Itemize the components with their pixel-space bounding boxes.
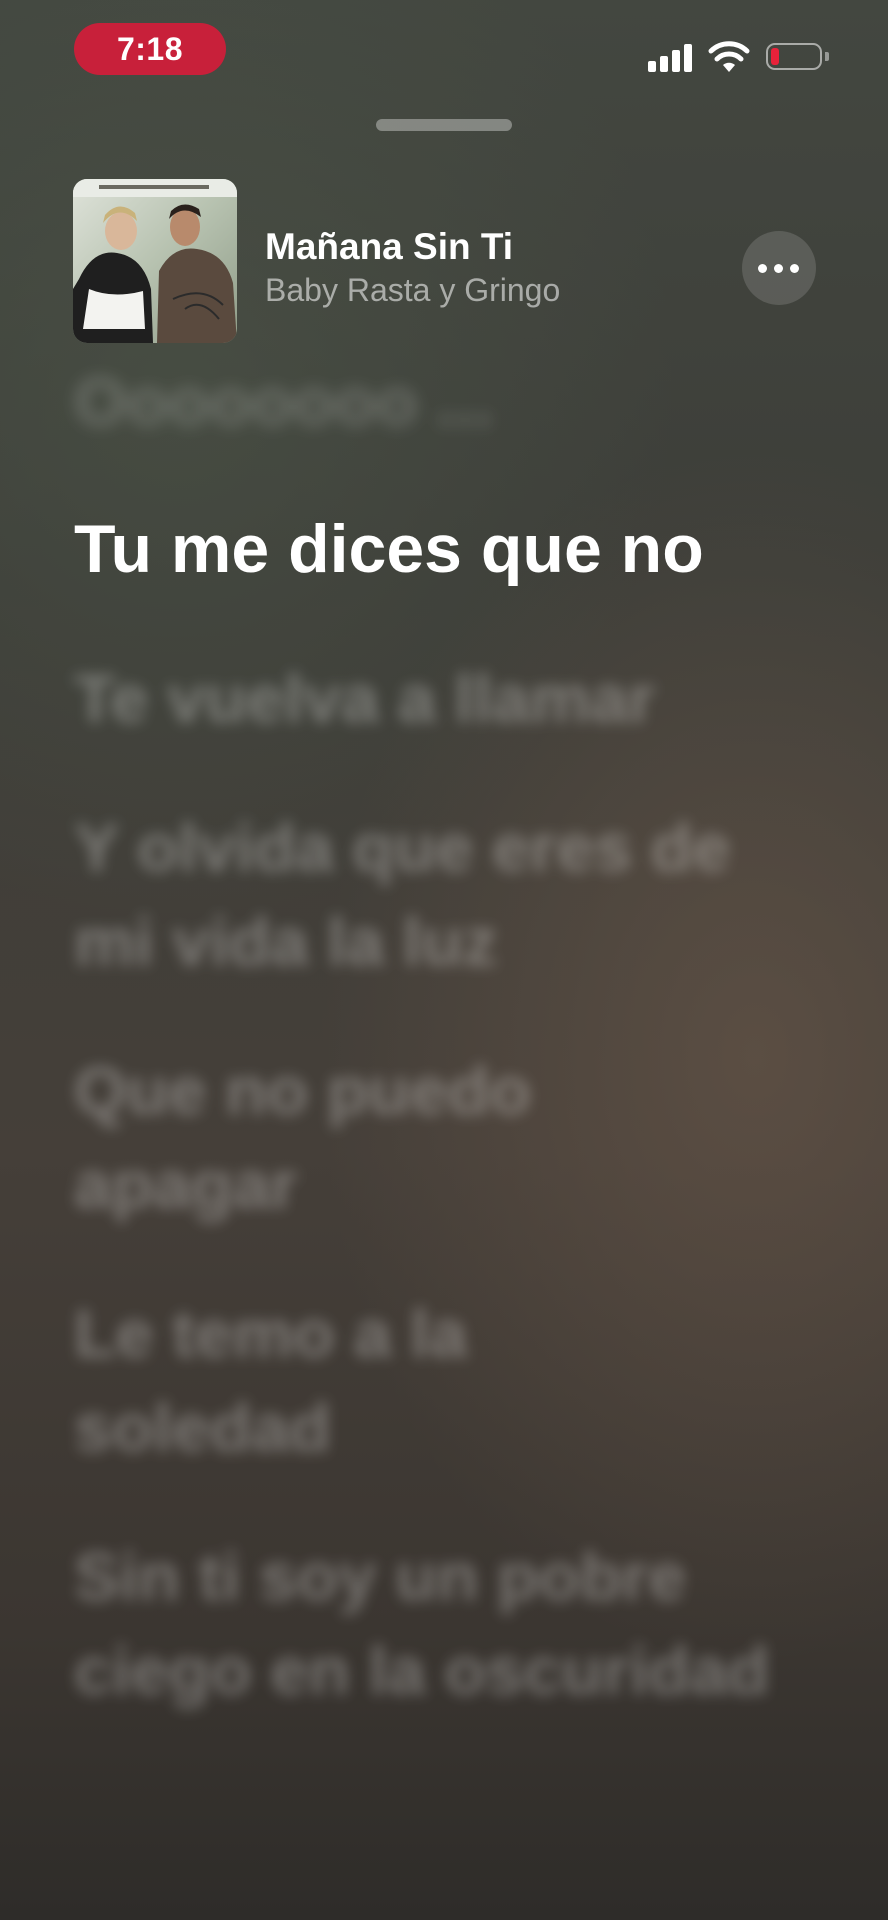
- more-options-button[interactable]: [742, 231, 816, 305]
- album-artwork[interactable]: [73, 179, 237, 343]
- lyric-line[interactable]: Le temo a la soledad: [74, 1287, 514, 1475]
- ellipsis-icon: [758, 264, 767, 273]
- lyric-line[interactable]: Sin ti soy un pobre ciego en la oscurida…: [74, 1530, 834, 1718]
- battery-level: [771, 48, 779, 65]
- track-artist[interactable]: Baby Rasta y Gringo: [265, 272, 560, 309]
- lyric-line-current[interactable]: Tu me dices que no: [74, 502, 814, 596]
- status-time[interactable]: 7:18: [74, 23, 226, 75]
- ellipsis-icon-dot: [774, 264, 783, 273]
- track-title[interactable]: Mañana Sin Ti: [265, 226, 513, 268]
- wifi-icon: [708, 41, 750, 72]
- battery-icon: [766, 43, 822, 70]
- sheet-grabber[interactable]: [376, 119, 512, 131]
- lyric-line-previous[interactable]: Oooooooo ...: [74, 355, 814, 449]
- battery-tip: [825, 52, 829, 61]
- lyric-line[interactable]: Que no puedo apagar: [74, 1044, 674, 1232]
- cellular-signal-icon: [648, 44, 694, 72]
- ellipsis-icon-dot: [790, 264, 799, 273]
- lyric-line[interactable]: Te vuelva a llamar: [74, 652, 814, 746]
- lyric-line[interactable]: Y olvida que eres de mi vida la luz: [74, 801, 814, 989]
